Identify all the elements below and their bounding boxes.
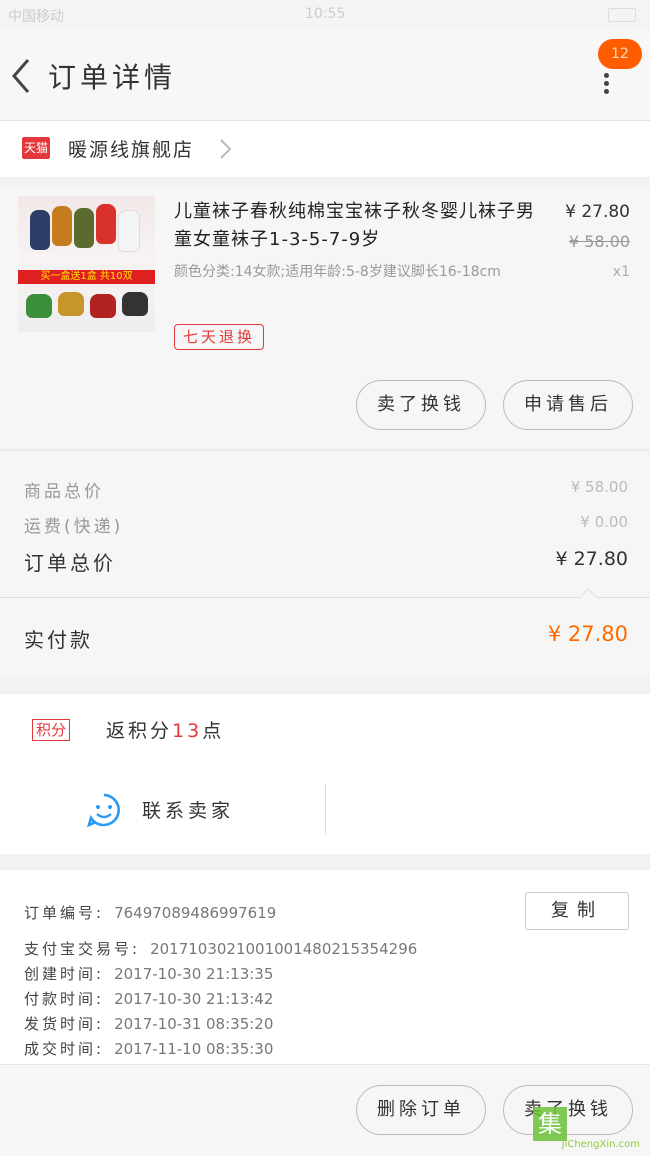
watermark-text: JiChengXin.com [561, 1139, 640, 1150]
tmall-logo-icon: 天猫 [22, 137, 50, 159]
sock-shape [52, 206, 72, 246]
product-spec: 颜色分类:14女款;适用年龄:5-8岁建议脚长16-18cm [174, 264, 501, 280]
product-name[interactable]: 儿童袜子春秋纯棉宝宝袜子秋冬婴儿袜子男童女童袜子1-3-5-7-9岁 [174, 198, 546, 254]
shipping-value: ¥ 0.00 [580, 513, 628, 531]
price-summary: 商品总价 ¥ 58.00 运费(快递) ¥ 0.00 订单总价 ¥ 27.80 … [0, 450, 650, 677]
points-section: 积分 返积分13点 联系卖家 [0, 694, 650, 854]
info-key: 发货时间: [24, 1015, 105, 1033]
order-info: 复制 订单编号: 76497089486997619 支付宝交易号: 2017103… [0, 870, 650, 1066]
product-quantity: x1 [612, 264, 630, 280]
info-value: 2017-10-30 21:13:42 [114, 990, 274, 1008]
chevron-right-icon [220, 139, 232, 159]
points-badge: 积分 [32, 719, 71, 741]
points-number: 13 [172, 720, 203, 742]
sock-shape [90, 294, 116, 318]
page-title: 订单详情 [48, 61, 177, 94]
clock: 10:55 [305, 6, 346, 22]
seven-day-return-tag: 七天退换 [174, 324, 265, 350]
product-original-price: ¥ 58.00 [568, 232, 630, 251]
sock-shape [26, 294, 52, 318]
paid-value: ¥ 27.80 [547, 622, 628, 646]
info-key: 成交时间: [24, 1040, 105, 1058]
back-button[interactable] [8, 56, 38, 96]
goods-total-value: ¥ 58.00 [570, 478, 628, 496]
sock-shape [58, 292, 84, 316]
info-row: 付款时间: 2017-10-30 21:13:42 [24, 988, 273, 1009]
info-row: 创建时间: 2017-10-30 21:13:35 [24, 963, 273, 984]
message-count-badge[interactable]: 12 [598, 39, 642, 69]
dot-icon [603, 73, 609, 78]
more-menu-button[interactable] [596, 70, 616, 100]
points-text-pre: 返积分 [106, 720, 173, 742]
info-value: 2017103021001001480215354296 [150, 940, 418, 958]
info-key: 订单编号: [24, 904, 105, 922]
sock-shape [118, 210, 140, 252]
product-price: ¥ 27.80 [565, 202, 630, 222]
delete-order-button[interactable]: 删除订单 [356, 1085, 486, 1135]
dot-icon [603, 89, 609, 94]
shop-row[interactable]: 天猫 暖源线旗舰店 [0, 121, 650, 177]
info-row: 发货时间: 2017-10-31 08:35:20 [24, 1013, 273, 1034]
battery-icon [608, 8, 636, 22]
watermark-logo-icon: 集 [533, 1107, 567, 1141]
info-row: 订单编号: 76497089486997619 [24, 902, 276, 923]
info-key: 付款时间: [24, 990, 105, 1008]
info-value: 2017-10-30 21:13:35 [114, 965, 274, 983]
thumbnail-promo-banner: 买一盒送1盒 共10双 [18, 270, 155, 284]
product-thumbnail[interactable]: 买一盒送1盒 共10双 [18, 196, 155, 332]
paid-row: 实付款 ¥ 27.80 [0, 597, 650, 678]
info-value: 2017-10-31 08:35:20 [114, 1015, 274, 1033]
info-key: 支付宝交易号: [24, 940, 141, 958]
sell-for-cash-button[interactable]: 卖了换钱 [356, 380, 486, 430]
points-text-post: 点 [202, 720, 225, 742]
sock-shape [122, 292, 148, 316]
info-key: 创建时间: [24, 965, 105, 983]
status-bar: 中国移动 10:55 [0, 0, 650, 30]
goods-total-label: 商品总价 [24, 482, 104, 502]
sock-shape [30, 210, 50, 250]
info-row: 支付宝交易号: 2017103021001001480215354296 [24, 938, 417, 959]
copy-order-number-button[interactable]: 复制 [525, 892, 629, 930]
sell-for-cash-bottom-button[interactable]: 卖了换钱 [503, 1085, 633, 1135]
chat-smile-icon[interactable] [86, 792, 122, 828]
order-total-value: ¥ 27.80 [555, 548, 628, 570]
dot-icon [603, 81, 609, 86]
shipping-label: 运费(快递) [24, 517, 124, 537]
nav-header: 订单详情 12 [0, 30, 650, 121]
vertical-divider [325, 784, 326, 834]
sock-shape [96, 204, 116, 244]
info-value: 2017-11-10 08:35:30 [114, 1040, 274, 1058]
chevron-left-icon [12, 59, 30, 93]
shop-name[interactable]: 暖源线旗舰店 [68, 135, 194, 162]
sock-shape [74, 208, 94, 248]
product-card[interactable]: 买一盒送1盒 共10双 儿童袜子春秋纯棉宝宝袜子秋冬婴儿袜子男童女童袜子1-3-… [0, 186, 650, 448]
contact-seller-button[interactable]: 联系卖家 [142, 796, 234, 823]
info-row: 成交时间: 2017-11-10 08:35:30 [24, 1038, 273, 1059]
points-text: 返积分13点 [106, 716, 224, 743]
paid-label: 实付款 [24, 628, 93, 652]
order-total-label: 订单总价 [24, 551, 116, 575]
after-sales-button[interactable]: 申请售后 [503, 380, 633, 430]
info-value: 76497089486997619 [114, 904, 277, 922]
carrier-label: 中国移动 [8, 9, 64, 25]
